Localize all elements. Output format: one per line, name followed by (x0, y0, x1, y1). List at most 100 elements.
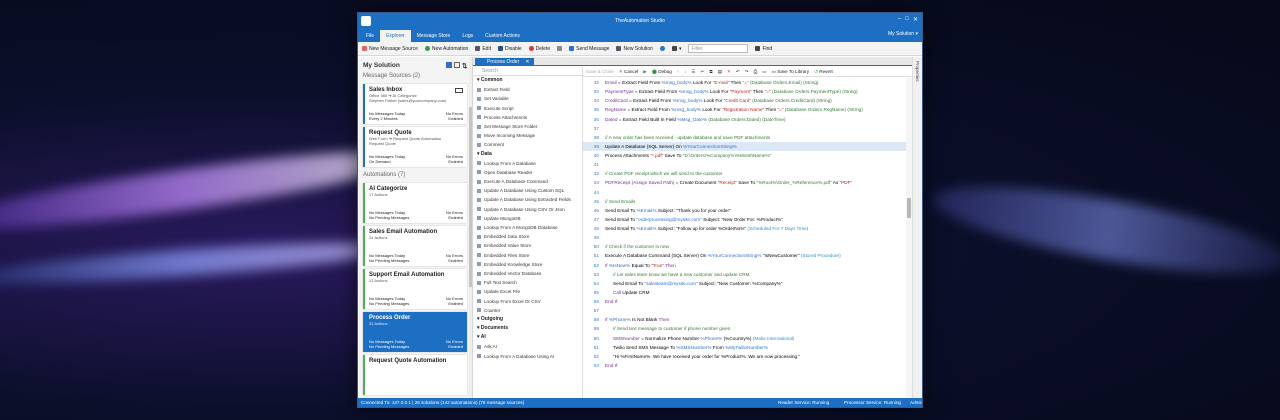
action-item[interactable]: Lookup From A MongoDB Database (473, 223, 582, 232)
action-item[interactable]: Update A Database Using Custom SQL (473, 186, 582, 195)
revert-button[interactable]: ↺ Revert (814, 69, 833, 75)
action-item[interactable]: Update A Database Using Extracted Fields (473, 195, 582, 204)
code-line[interactable]: 57 (583, 306, 906, 315)
action-item[interactable]: Lookup From A Database (473, 159, 582, 168)
grid-view-icon[interactable] (446, 62, 452, 68)
code-line[interactable]: 56 End If (583, 297, 906, 306)
action-item[interactable]: Open Database Reader (473, 168, 582, 177)
action-item[interactable]: Update MongoDB (473, 214, 582, 223)
close-icon[interactable]: ✕ (913, 16, 918, 23)
action-item[interactable]: Embedded Vector Database (473, 269, 582, 278)
code-line[interactable]: 32 Email = Extract Field From %msg_body% … (583, 78, 906, 87)
menu-explorer[interactable]: Explorer (380, 30, 411, 42)
action-group-header[interactable]: ▾ AI (473, 333, 582, 342)
code-line[interactable]: 50// Check if the customer is new (583, 242, 906, 251)
action-item[interactable]: Ask AI (473, 342, 582, 351)
code-line[interactable]: 53// Let sales team know we have a new c… (583, 270, 906, 279)
sort-icon[interactable]: ⇅ (462, 62, 468, 70)
code-line[interactable]: 49 (583, 233, 906, 242)
save-close-button[interactable]: Save & Close (586, 69, 614, 74)
edit-button[interactable]: Edit (475, 46, 491, 52)
disable-button[interactable]: Disable (497, 46, 522, 52)
code-line[interactable]: 54 Send Email To "salesteam@mysite.com" S… (583, 279, 906, 288)
new-message-source-button[interactable]: New Message Source (362, 46, 418, 52)
action-group-header[interactable]: ▾ Common (473, 76, 582, 85)
find-button[interactable]: Find (755, 46, 772, 52)
action-item[interactable]: Full Text Search (473, 278, 582, 287)
code-line[interactable]: 61 Twilio Send SMS Message To %SMSNumber%… (583, 343, 906, 352)
code-line[interactable]: 46 Send Email To %Email% Subject: "Thank … (583, 206, 906, 215)
action-group-header[interactable]: ▾ Data (473, 150, 582, 159)
redo-icon[interactable]: ↷ (745, 69, 749, 75)
settings-button[interactable] (659, 46, 665, 51)
code-line[interactable]: 37 (583, 124, 906, 133)
source-card-request-quote[interactable]: Request Quote Web Form ➔ Request Quote A… (363, 127, 467, 167)
new-solution-button[interactable]: New Solution (616, 46, 653, 52)
action-item[interactable]: Set Variable (473, 94, 582, 103)
menu-file[interactable]: File (360, 30, 380, 42)
code-line[interactable]: 59// Send text message to customer if ph… (583, 324, 906, 333)
tab-process-order[interactable]: Process Order ✕ (475, 58, 535, 66)
copy-icon[interactable]: ⧉ (709, 69, 712, 74)
debug-button[interactable]: ⬤ Debug (652, 69, 672, 75)
filter-input[interactable]: Filter (688, 44, 749, 53)
action-group-header[interactable]: ▾ Documents (473, 324, 582, 333)
code-line[interactable]: 45// Send Emails (583, 197, 906, 206)
code-line[interactable]: 47 Send Email To "orderprocessing@mysite.… (583, 215, 906, 224)
action-item[interactable]: Extract Field (473, 85, 582, 94)
move-up-icon[interactable]: ↑ (677, 69, 679, 74)
automation-card-process-order[interactable]: Process Order 32 Actions No Messages Tod… (363, 312, 467, 352)
code-line[interactable]: 35 RegName = Extract Field From %msg_body… (583, 105, 906, 114)
automation-card-request-quote[interactable]: Request Quote Automation (363, 355, 467, 395)
action-item[interactable]: Update Excel File (473, 287, 582, 296)
close-tab-icon[interactable]: ✕ (525, 59, 529, 65)
delete-line-icon[interactable]: ✕ (727, 69, 731, 75)
maximize-icon[interactable]: □ (905, 16, 909, 23)
minimize-icon[interactable]: – (898, 16, 901, 23)
code-line[interactable]: 52 If %IsNew% Equal To "True" Then (583, 261, 906, 270)
action-item[interactable]: Counter (473, 306, 582, 315)
action-item[interactable]: Move Incoming Message (473, 131, 582, 140)
code-line[interactable]: 40 Process Attachments "*.pdf" Save To "D… (583, 151, 906, 160)
code-line[interactable]: 33 PaymentType = Extract Field From %msg_… (583, 87, 906, 96)
automation-card-support-email[interactable]: Support Email Automation 21 Actions No M… (363, 269, 467, 309)
automation-card-sales-email[interactable]: Sales Email Automation 24 Actions No Mes… (363, 226, 467, 266)
cancel-button[interactable]: ✕ Cancel (619, 69, 638, 75)
code-line[interactable]: 39 Update A Database (SQL Server) On %You… (583, 141, 906, 151)
actions-search-input[interactable]: Search (473, 67, 582, 76)
solution-selector[interactable]: My Solution ▾ (888, 31, 918, 37)
action-item[interactable]: Process Attachments (473, 113, 582, 122)
paste-icon[interactable]: ▤ (718, 69, 722, 75)
action-item[interactable]: Lookup From A Database Using AI (473, 352, 582, 361)
automation-card-ai-categorize[interactable]: AI Categorize 17 Actions No Messages Tod… (363, 183, 467, 223)
action-item[interactable]: Execute Script (473, 104, 582, 113)
send-message-button[interactable]: Send Message (569, 46, 609, 52)
explorer-scrollbar[interactable] (469, 57, 472, 398)
indent-icon[interactable]: ☰ (691, 69, 695, 75)
copy-button[interactable] (557, 46, 563, 51)
code-line[interactable]: 48 Send Email To %Email% Subject: "Follow… (583, 224, 906, 233)
menu-custom-actions[interactable]: Custom Actions (479, 30, 526, 42)
properties-panel-tab[interactable]: Properties (912, 57, 922, 398)
action-item[interactable]: Embedded Knowledge Store (473, 260, 582, 269)
code-line[interactable]: 36 Dated = Extract Field Built In Field %… (583, 115, 906, 124)
save-to-library-button[interactable]: ▭ Save To Library (772, 69, 809, 75)
folder-icon[interactable]: ▭ (762, 69, 766, 75)
code-line[interactable]: 55 Call Update CRM (583, 288, 906, 297)
code-line[interactable]: 63 End If (583, 361, 906, 370)
code-line[interactable]: 41 (583, 160, 906, 169)
action-item[interactable]: Execute A Database Command (473, 177, 582, 186)
action-item[interactable]: Set Message Store Folder (473, 122, 582, 131)
code-line[interactable]: 43 PDFReceipt (Assign Saved Path) = Creat… (583, 178, 906, 187)
print-icon[interactable]: ⎙ (754, 69, 758, 74)
code-lines[interactable]: 32 Email = Extract Field From %msg_body% … (583, 78, 906, 398)
run-icon[interactable]: ▶ (643, 69, 647, 75)
undo-icon[interactable]: ↶ (736, 69, 740, 75)
code-line[interactable]: 34 CreditCard = Extract Field From %msg_b… (583, 96, 906, 105)
menu-logs[interactable]: Logs (456, 30, 479, 42)
code-line[interactable]: 44 (583, 188, 906, 197)
code-line[interactable]: 38// A new order has been received - upd… (583, 133, 906, 142)
delete-button[interactable]: Delete (528, 46, 550, 52)
code-line[interactable]: 58 If %Phone% Is Not Blank Then (583, 315, 906, 324)
code-line[interactable]: 62 "Hi %FirstName%. We have received your… (583, 352, 906, 361)
